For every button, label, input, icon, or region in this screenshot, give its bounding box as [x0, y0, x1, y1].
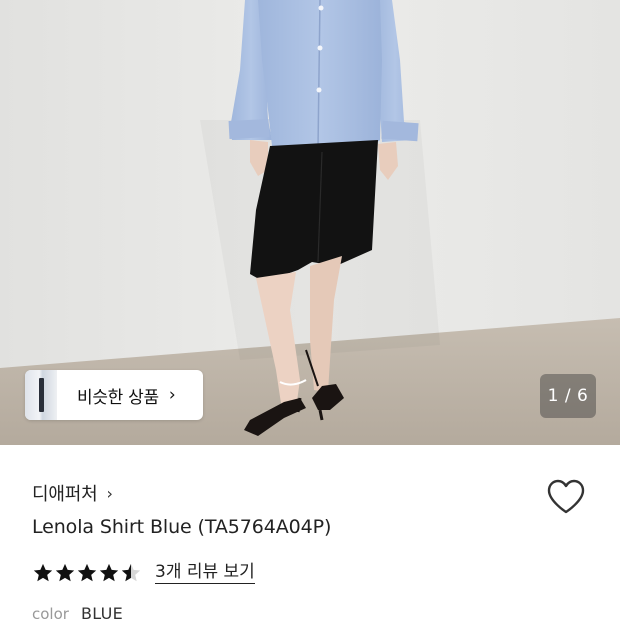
star-full-icon — [77, 563, 97, 582]
color-row: color BLUE — [32, 604, 123, 623]
color-value: BLUE — [80, 604, 124, 623]
similar-product-thumbnail — [25, 370, 57, 420]
brand-link[interactable]: 디애퍼처 › — [32, 480, 113, 506]
similar-products-label: 비슷한 상품 — [77, 387, 159, 408]
heart-outline-icon — [547, 479, 585, 514]
color-label: color — [32, 605, 69, 623]
star-full-icon — [55, 563, 75, 582]
brand-name: 디애퍼처 — [32, 484, 98, 505]
star-full-icon — [33, 563, 53, 582]
product-image[interactable]: 비슷한 상품 › 1 / 6 — [0, 0, 620, 445]
chevron-right-icon: › — [106, 483, 113, 503]
star-rating — [32, 562, 142, 584]
wishlist-button[interactable] — [546, 478, 586, 516]
image-page-counter: 1 / 6 — [540, 374, 596, 418]
similar-products-button[interactable]: 비슷한 상품 › — [25, 370, 203, 420]
chevron-right-icon: › — [168, 385, 176, 405]
star-half-icon — [121, 563, 141, 582]
star-full-icon — [99, 563, 119, 582]
product-title: Lenola Shirt Blue (TA5764A04P) — [32, 516, 332, 538]
rating-row: 3개 리뷰 보기 — [32, 560, 255, 586]
view-reviews-link[interactable]: 3개 리뷰 보기 — [155, 562, 255, 584]
